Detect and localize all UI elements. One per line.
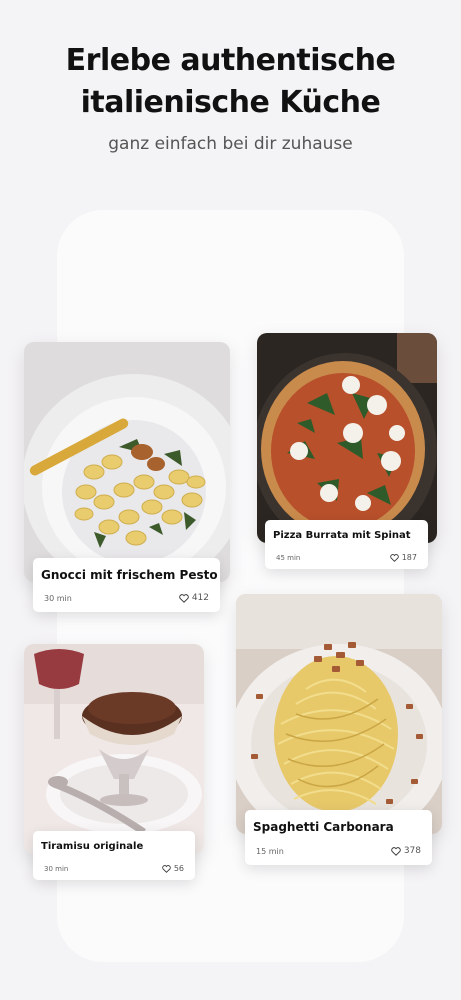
recipe-title: Tiramisu originale bbox=[41, 841, 144, 852]
heart-icon bbox=[391, 846, 401, 856]
recipe-time: 30 min bbox=[44, 865, 69, 873]
headline-line-1: Erlebe authentische bbox=[65, 43, 396, 78]
recipe-time: 30 min bbox=[44, 594, 72, 603]
recipe-card-pizza[interactable]: Pizza Burrata mit Spinat 45 min 187 bbox=[265, 520, 428, 569]
recipe-image-carbonara[interactable] bbox=[236, 594, 442, 834]
recipe-title: Gnocci mit frischem Pesto bbox=[41, 568, 218, 582]
headline-line-2: italienische Küche bbox=[80, 85, 381, 120]
heart-icon bbox=[389, 553, 399, 562]
headline: Erlebe authentische italienische Küche bbox=[0, 40, 461, 124]
recipe-card-tiramisu[interactable]: Tiramisu originale 30 min 56 bbox=[33, 831, 195, 880]
recipe-meta: 30 min 412 bbox=[44, 591, 209, 603]
recipe-image-gnocchi[interactable] bbox=[24, 342, 230, 582]
recipe-time: 45 min bbox=[276, 554, 301, 562]
like-count: 378 bbox=[403, 846, 421, 856]
like-count: 412 bbox=[191, 593, 209, 603]
pizza-photo bbox=[257, 333, 437, 543]
like-count: 187 bbox=[401, 553, 417, 562]
recipe-image-tiramisu[interactable] bbox=[24, 644, 204, 854]
recipe-card-gnocchi[interactable]: Gnocci mit frischem Pesto 30 min 412 bbox=[33, 558, 220, 612]
recipe-card-carbonara[interactable]: Spaghetti Carbonara 15 min 378 bbox=[245, 810, 432, 865]
recipe-time: 15 min bbox=[256, 847, 284, 856]
like-button[interactable]: 412 bbox=[179, 593, 209, 603]
gnocchi-photo bbox=[24, 342, 230, 582]
carbonara-photo bbox=[236, 594, 442, 834]
like-button[interactable]: 378 bbox=[391, 846, 421, 856]
recipe-meta: 30 min 56 bbox=[44, 861, 184, 873]
subheadline: ganz einfach bei dir zuhause bbox=[108, 134, 353, 154]
recipe-title: Spaghetti Carbonara bbox=[253, 820, 394, 834]
heart-icon bbox=[162, 864, 171, 873]
like-button[interactable]: 56 bbox=[162, 864, 184, 873]
recipe-meta: 45 min 187 bbox=[276, 550, 417, 562]
tiramisu-photo bbox=[24, 644, 204, 854]
recipe-meta: 15 min 378 bbox=[256, 844, 421, 856]
like-button[interactable]: 187 bbox=[389, 553, 417, 562]
recipe-image-pizza[interactable] bbox=[257, 333, 437, 543]
like-count: 56 bbox=[173, 864, 184, 873]
heart-icon bbox=[179, 593, 189, 603]
recipe-title: Pizza Burrata mit Spinat bbox=[273, 530, 411, 541]
